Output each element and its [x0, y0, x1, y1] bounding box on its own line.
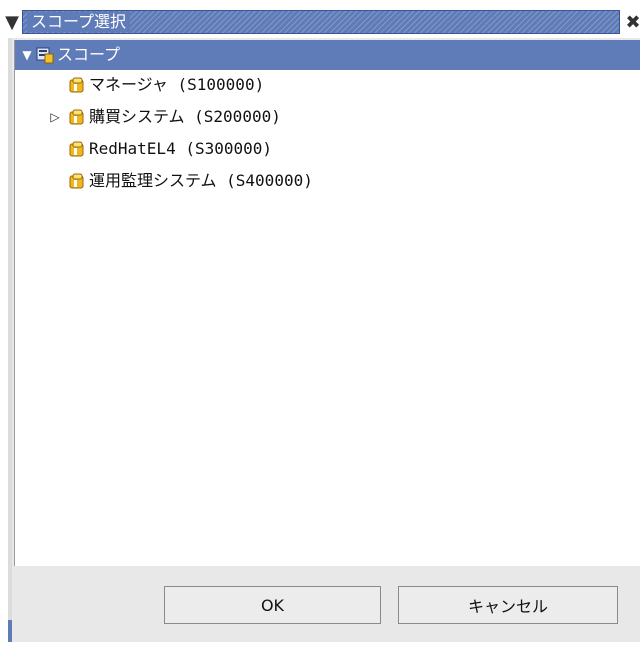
scope-folder-icon: [67, 107, 87, 127]
window-left-border: [8, 38, 12, 642]
expander-collapsed-icon[interactable]: ▷: [47, 109, 63, 125]
tree-root-label: スコープ: [57, 45, 121, 64]
scope-folder-icon: [67, 171, 87, 191]
scope-select-dialog: ▼ スコープ選択 ✖ ▼ スコープ マネージャ (S100000) ▷ 購買シス…: [0, 0, 644, 648]
tree-item-redhatel4[interactable]: RedHatEL4 (S300000): [67, 134, 272, 164]
expander-expanded-icon[interactable]: ▼: [19, 47, 35, 63]
tree-item-label: 運用監理システム (S400000): [89, 171, 313, 190]
tree-root-row[interactable]: ▼ スコープ: [15, 40, 640, 70]
title-bar[interactable]: ▼ スコープ選択 ✖: [0, 8, 644, 36]
tree-item-manager[interactable]: マネージャ (S100000): [67, 70, 264, 100]
window-menu-button[interactable]: ▼: [2, 10, 22, 34]
tree-item-label: RedHatEL4 (S300000): [89, 139, 273, 158]
close-button[interactable]: ✖: [622, 10, 644, 34]
tree-item-label: 購買システム (S200000): [89, 107, 281, 126]
close-icon: ✖: [625, 11, 641, 33]
scope-tree[interactable]: ▼ スコープ マネージャ (S100000) ▷ 購買システム (S200000…: [14, 40, 640, 566]
title-strip[interactable]: スコープ選択: [22, 10, 620, 34]
tree-item-operations-management[interactable]: 運用監理システム (S400000): [67, 166, 313, 196]
scope-folder-icon: [67, 75, 87, 95]
ok-button[interactable]: OK: [164, 586, 381, 624]
chevron-down-icon: ▼: [5, 11, 19, 33]
scope-root-icon: [35, 45, 55, 65]
scope-folder-icon: [67, 139, 87, 159]
cancel-button[interactable]: キャンセル: [398, 586, 618, 624]
tree-item-purchasing-system[interactable]: ▷ 購買システム (S200000): [47, 102, 281, 132]
window-title: スコープ選択: [27, 12, 131, 32]
window-bottom-accent: [8, 620, 12, 642]
tree-item-label: マネージャ (S100000): [89, 75, 265, 94]
